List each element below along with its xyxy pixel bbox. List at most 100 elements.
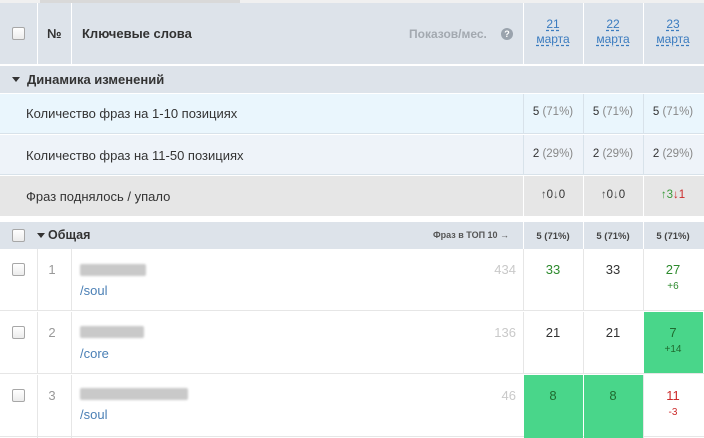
position-delta: -3 [668,407,678,418]
value-percent: (71%) [662,106,694,118]
value-count: 5 [652,106,660,118]
row-checkbox[interactable] [12,389,25,402]
dynamics-value: 2 (29%) [523,148,583,160]
dynamics-value: 5 (71%) [583,106,643,118]
shows-value: 46 [501,388,516,403]
dynamics-row-label: Количество фраз на 11-50 позициях [26,148,244,163]
date-column-header[interactable]: 21 марта [523,17,583,47]
value-count: 5 [592,106,600,118]
highlight-cell [644,312,703,373]
dynamics-value: 5 (71%) [523,106,583,118]
position-value: 8 [609,388,617,403]
date-day: 21 [546,17,560,31]
divider [71,312,72,374]
dynamics-row: Количество фраз на 11-50 позициях 2 (29%… [0,135,704,175]
row-number: 1 [48,262,56,277]
highlight-cell [584,375,643,438]
divider [37,375,38,438]
movement-value: ↑0↓0 [583,189,643,201]
table-header: № Ключевые слова Показов/мес. ? 21 марта… [0,3,704,64]
value-count: 2 [592,148,600,160]
date-column-header[interactable]: 22 марта [583,17,643,47]
value-count: 2 [652,148,660,160]
position-delta: +14 [664,344,682,355]
divider [523,249,524,311]
keywords-column-header[interactable]: Ключевые слова [82,26,192,41]
row-number: 2 [48,325,56,340]
divider [37,312,38,374]
position-value: 21 [545,325,561,340]
date-month: марта [596,32,630,46]
position-value: 11 [666,388,680,403]
value-percent: (71%) [602,106,634,118]
top10-value: 5 (71%) [656,231,690,242]
dynamics-row-label: Количество фраз на 1-10 позициях [26,106,238,121]
movement-row-label: Фраз поднялось / упало [26,189,171,204]
position-value: 33 [545,262,561,277]
movement-row: Фраз поднялось / упало ↑0↓0 ↑0↓0 ↑3↓1 [0,176,704,216]
keyword-redacted [80,326,144,338]
num-column-header: № [47,26,62,41]
row-checkbox[interactable] [12,326,25,339]
value-percent: (71%) [542,106,574,118]
divider [71,375,72,438]
group-checkbox[interactable] [12,229,25,242]
keyword-redacted [80,388,188,400]
divider [37,249,38,311]
row-checkbox[interactable] [12,263,25,276]
highlight-cell [524,375,583,438]
dynamics-section-title: Динамика изменений [27,72,165,87]
general-group-header[interactable]: Общая Фраз в ТОП 10 → 5 (71%) 5 (71%) 5 … [0,222,704,249]
value-count: 2 [532,148,540,160]
table-row: 3 /soul 46 8 8 11 -3 [0,375,704,438]
movement-value: ↑0↓0 [523,189,583,201]
keyword-path-link[interactable]: /soul [80,283,107,298]
divider [71,3,72,64]
shows-value: 136 [494,325,516,340]
position-value: 8 [549,388,557,403]
position-value: 33 [605,262,621,277]
value-percent: (29%) [542,148,574,160]
table-row: 2 /core 136 21 21 7 +14 [0,312,704,374]
dynamics-value: 2 (29%) [583,148,643,160]
keyword-path-link[interactable]: /core [80,346,109,361]
date-day: 23 [666,17,680,31]
position-value: 27 [665,262,681,277]
position-value: 7 [669,325,677,340]
divider [583,249,584,311]
dynamics-value: 2 (29%) [643,148,703,160]
table-row: 1 /soul 434 33 33 27 +6 [0,249,704,311]
divider [71,249,72,311]
position-delta: +6 [667,281,679,292]
keyword-path-link[interactable]: /soul [80,407,107,422]
value-count: 5 [532,106,540,118]
value-percent: (29%) [602,148,634,160]
collapse-triangle-icon[interactable] [37,233,45,238]
collapse-triangle-icon[interactable] [12,77,20,82]
date-month: марта [536,32,570,46]
divider [583,312,584,374]
dynamics-section-header[interactable]: Динамика изменений [0,66,704,93]
value-percent: (29%) [662,148,694,160]
dynamics-value: 5 (71%) [643,106,703,118]
shows-column-header[interactable]: Показов/мес. [409,27,487,41]
down-count: 1 [678,189,686,201]
divider [523,312,524,374]
divider [643,249,644,311]
help-icon[interactable]: ? [501,28,513,40]
date-month: марта [656,32,690,46]
general-group-title: Общая [48,228,91,242]
date-column-header[interactable]: 23 марта [643,17,703,47]
select-all-checkbox[interactable] [12,27,25,40]
down-count: 0 [558,189,566,201]
top10-value: 5 (71%) [596,231,630,242]
top10-value: 5 (71%) [536,231,570,242]
down-count: 0 [618,189,626,201]
top10-label: Фраз в ТОП 10 → [433,230,510,240]
date-day: 22 [606,17,620,31]
dynamics-row: Количество фраз на 1-10 позициях 5 (71%)… [0,94,704,134]
row-number: 3 [48,388,56,403]
divider [37,3,38,64]
movement-value: ↑3↓1 [643,189,703,201]
position-value: 21 [605,325,621,340]
